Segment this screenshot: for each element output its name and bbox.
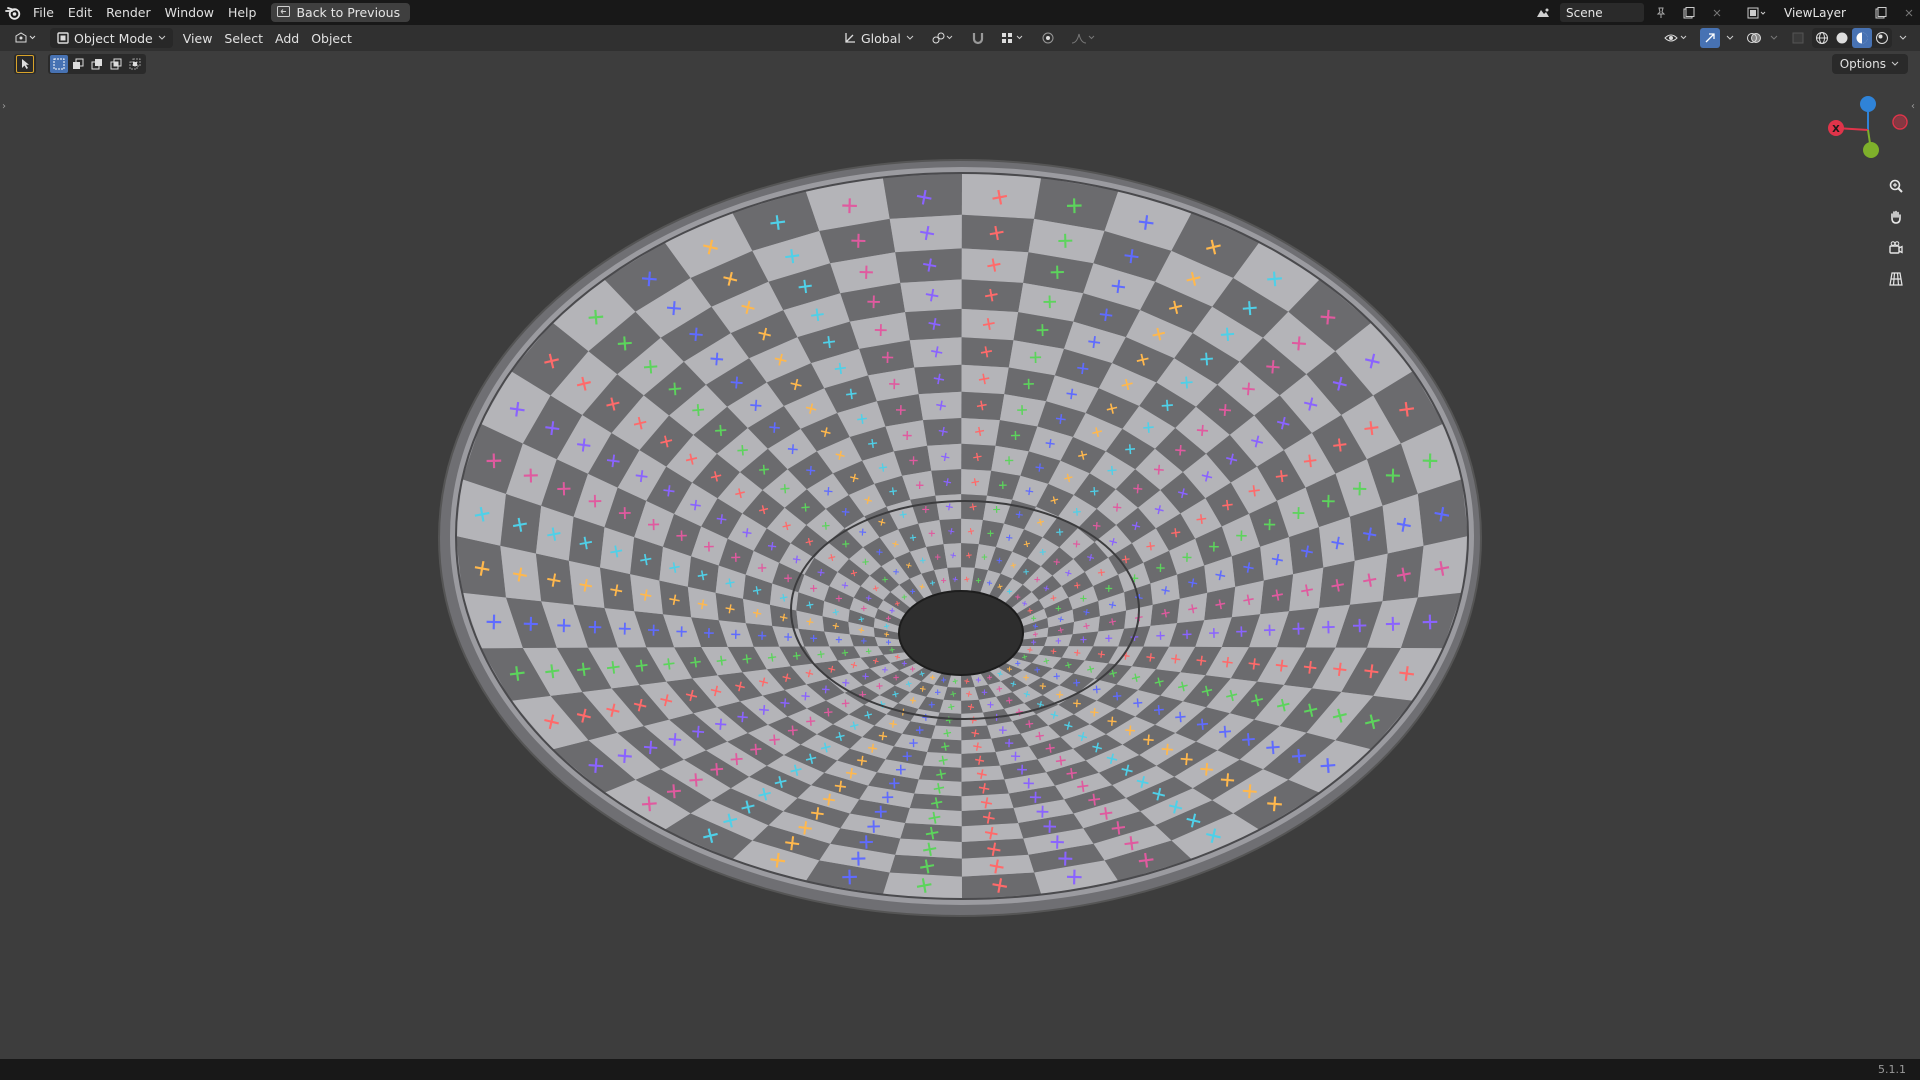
new-view-layer-icon[interactable] bbox=[1870, 3, 1892, 22]
proportional-edit-toggle[interactable] bbox=[1035, 28, 1061, 48]
back-icon bbox=[277, 5, 291, 20]
delete-view-layer-icon[interactable] bbox=[1898, 3, 1920, 22]
eye-icon bbox=[1664, 34, 1687, 42]
object-mode-icon bbox=[57, 32, 69, 44]
view-layer-icon[interactable] bbox=[1742, 3, 1772, 22]
back-to-previous-label: Back to Previous bbox=[296, 5, 401, 20]
editor-type-button[interactable] bbox=[8, 28, 46, 48]
orientation-icon bbox=[845, 33, 855, 43]
solid-shading-icon[interactable] bbox=[1832, 28, 1852, 48]
gizmo-z-axis[interactable] bbox=[1860, 96, 1876, 112]
gizmo-toggle-group bbox=[1700, 28, 1740, 48]
menu-select[interactable]: Select bbox=[218, 28, 269, 48]
proportional-edit-icon bbox=[1042, 32, 1054, 44]
xray-icon bbox=[1788, 28, 1808, 48]
options-label: Options bbox=[1839, 57, 1886, 71]
select-new-icon[interactable] bbox=[50, 55, 68, 73]
view-layer-field[interactable]: ViewLayer bbox=[1778, 3, 1864, 22]
version-label: 5.1.1 bbox=[1878, 1063, 1906, 1076]
scene-field[interactable]: Scene bbox=[1560, 3, 1644, 22]
select-subtract-icon[interactable] bbox=[88, 55, 106, 73]
gizmo-toggle-icon[interactable] bbox=[1700, 28, 1720, 48]
xray-toggle[interactable] bbox=[1788, 28, 1808, 48]
visibility-dropdown[interactable] bbox=[1658, 28, 1696, 48]
gizmo-dropdown-icon[interactable] bbox=[1720, 28, 1740, 48]
pan-hand-icon[interactable] bbox=[1884, 205, 1908, 229]
menu-render[interactable]: Render bbox=[99, 0, 158, 25]
snap-grid-icon bbox=[1001, 33, 1023, 43]
toolbar-expand-arrow-icon[interactable]: › bbox=[2, 101, 6, 112]
chevron-down-icon bbox=[158, 35, 166, 40]
falloff-curve-icon bbox=[1071, 33, 1095, 44]
scene-canvas[interactable] bbox=[0, 51, 1920, 1059]
blender-logo-icon[interactable] bbox=[0, 0, 26, 25]
shading-mode-group bbox=[1812, 28, 1892, 48]
magnet-icon bbox=[972, 33, 983, 45]
pivot-icon bbox=[932, 32, 953, 44]
rendered-shading-icon[interactable] bbox=[1872, 28, 1892, 48]
chevron-down-icon bbox=[1891, 61, 1899, 66]
overlay-toggle-icon[interactable] bbox=[1744, 28, 1764, 48]
select-intersect-icon[interactable] bbox=[126, 55, 144, 73]
snap-toggle[interactable] bbox=[965, 28, 991, 48]
overlay-toggle-group bbox=[1744, 28, 1784, 48]
select-invert-icon[interactable] bbox=[107, 55, 125, 73]
menu-add[interactable]: Add bbox=[269, 28, 305, 48]
back-to-previous-button[interactable]: Back to Previous bbox=[271, 3, 411, 22]
menu-edit[interactable]: Edit bbox=[61, 0, 99, 25]
overlay-dropdown-icon[interactable] bbox=[1764, 28, 1784, 48]
top-bar: File Edit Render Window Help Back to Pre… bbox=[0, 0, 1920, 25]
menu-view[interactable]: View bbox=[177, 28, 219, 48]
menu-file[interactable]: File bbox=[26, 0, 61, 25]
chevron-down-icon bbox=[1899, 35, 1907, 40]
object-mode-dropdown[interactable]: Object Mode bbox=[50, 28, 173, 48]
orientation-label: Global bbox=[861, 30, 901, 46]
menu-help[interactable]: Help bbox=[221, 0, 264, 25]
perspective-grid-icon[interactable] bbox=[1884, 267, 1908, 291]
editor-type-icon bbox=[15, 32, 36, 43]
tool-settings-row bbox=[14, 54, 146, 74]
viewport-shading-controls bbox=[1658, 28, 1910, 48]
status-bar: 5.1.1 bbox=[0, 1059, 1920, 1080]
wireframe-shading-icon[interactable] bbox=[1812, 28, 1832, 48]
navigation-tools bbox=[1884, 174, 1908, 291]
navigation-gizmo[interactable]: X bbox=[1820, 90, 1920, 170]
gizmo-y-axis[interactable] bbox=[1863, 142, 1879, 158]
gizmo-x-label: X bbox=[1832, 124, 1840, 135]
select-extend-icon[interactable] bbox=[69, 55, 87, 73]
selection-mode-group bbox=[48, 54, 146, 74]
menu-window[interactable]: Window bbox=[158, 0, 221, 25]
transform-controls: Global bbox=[837, 28, 1103, 48]
options-dropdown[interactable]: Options bbox=[1831, 54, 1908, 74]
top-right-area: Scene ViewLayer bbox=[1532, 0, 1920, 25]
object-mode-label: Object Mode bbox=[74, 30, 153, 46]
camera-view-icon[interactable] bbox=[1884, 236, 1908, 260]
shading-options-dropdown[interactable] bbox=[1896, 28, 1910, 48]
checker-surface bbox=[456, 173, 1468, 899]
delete-scene-icon[interactable] bbox=[1706, 3, 1728, 22]
view-layer-name: ViewLayer bbox=[1784, 5, 1846, 20]
active-tool-box bbox=[14, 54, 36, 74]
menu-object[interactable]: Object bbox=[305, 28, 358, 48]
material-preview-shading-icon[interactable] bbox=[1852, 28, 1872, 48]
pin-icon[interactable] bbox=[1650, 3, 1672, 22]
new-scene-icon[interactable] bbox=[1678, 3, 1700, 22]
snap-target-dropdown[interactable] bbox=[995, 28, 1031, 48]
scene-icon[interactable] bbox=[1532, 3, 1554, 22]
3d-viewport[interactable]: Options › ‹ X bbox=[0, 51, 1920, 1059]
select-tool-icon[interactable] bbox=[16, 55, 34, 73]
pivot-dropdown[interactable] bbox=[925, 28, 961, 48]
zoom-icon[interactable] bbox=[1884, 174, 1908, 198]
center-hole bbox=[898, 590, 1024, 676]
viewport-header: Object Mode View Select Add Object Globa… bbox=[0, 25, 1920, 51]
chevron-down-icon bbox=[906, 35, 914, 40]
orientation-dropdown[interactable]: Global bbox=[837, 28, 921, 48]
scene-name: Scene bbox=[1566, 5, 1603, 20]
proportional-falloff-dropdown[interactable] bbox=[1065, 28, 1103, 48]
